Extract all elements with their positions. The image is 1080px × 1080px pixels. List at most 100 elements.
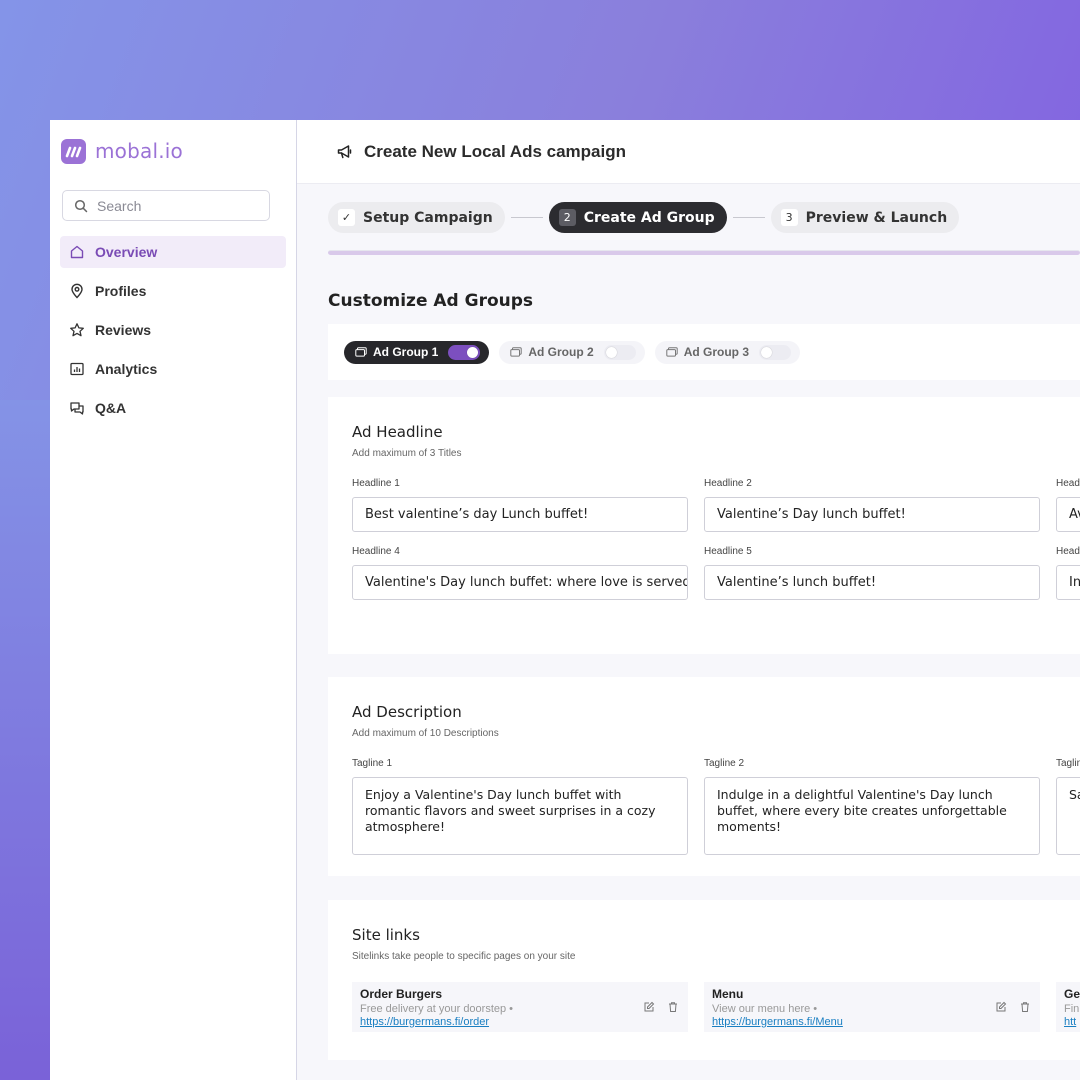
map-pin-icon <box>71 283 83 299</box>
sidebar: mobal.io Overview Profiles Reviews Analy… <box>50 120 297 1080</box>
app-name: mobal.io <box>95 139 183 163</box>
field-label: Headline 4 <box>352 546 400 557</box>
headline-1-input[interactable]: Best valentine’s day Lunch buffet! <box>352 497 688 532</box>
step-label: Setup Campaign <box>363 209 493 226</box>
logo[interactable]: mobal.io <box>60 138 286 164</box>
headline-6-input[interactable]: In <box>1056 565 1080 600</box>
step-number: 2 <box>558 209 576 226</box>
sitelink-description: Fin <box>1064 1003 1080 1015</box>
ad-group-1-toggle[interactable] <box>448 344 481 360</box>
chart-icon <box>70 362 84 376</box>
tab-ad-group-1[interactable]: Ad Group 1 <box>344 340 490 364</box>
sitelink-item[interactable]: Order Burgers Free delivery at your door… <box>352 982 688 1032</box>
tagline-1-textarea[interactable]: Enjoy a Valentine's Day lunch buffet wit… <box>352 777 688 855</box>
step-create-ad-group[interactable]: 2 Create Ad Group <box>548 202 727 233</box>
search-icon <box>74 199 88 212</box>
headline-2-input[interactable]: Valentine’s Day lunch buffet! <box>704 497 1040 532</box>
logo-mark-icon <box>61 138 86 164</box>
tagline-field: Tagline 1 Enjoy a Valentine's Day lunch … <box>352 758 688 855</box>
sidebar-item-label: Q&A <box>95 400 127 416</box>
sidebar-nav: Overview Profiles Reviews Analytics Q&A <box>60 236 286 424</box>
headline-row: Headline 4 Valentine's Day lunch buffet:… <box>352 546 1080 600</box>
sidebar-item-label: Overview <box>95 244 158 260</box>
headline-field: Headline 5 Valentine’s lunch buffet! <box>704 546 1040 600</box>
search-input[interactable] <box>97 197 247 214</box>
field-label: Tagline 2 <box>704 758 745 769</box>
trash-icon[interactable] <box>1019 1001 1031 1013</box>
ad-group-tabs: Ad Group 1 Ad Group 2 Ad Group 3 <box>328 324 1080 380</box>
step-label: Create Ad Group <box>583 209 715 226</box>
ad-headline-card: Ad Headline Add maximum of 3 Titles Head… <box>328 397 1080 654</box>
tab-ad-group-3[interactable]: Ad Group 3 <box>654 340 801 364</box>
sidebar-item-reviews[interactable]: Reviews <box>60 314 286 346</box>
headline-field: Headline 1 Best valentine’s day Lunch bu… <box>352 478 688 532</box>
chat-icon <box>70 402 84 415</box>
card-title: Ad Headline <box>352 423 443 441</box>
tab-label: Ad Group 2 <box>528 345 594 359</box>
folder-icon <box>665 347 678 357</box>
tagline-row: Tagline 1 Enjoy a Valentine's Day lunch … <box>352 758 1080 855</box>
card-subtitle: Sitelinks take people to specific pages … <box>352 951 576 962</box>
field-label: Head <box>1056 478 1080 489</box>
headline-4-input[interactable]: Valentine's Day lunch buffet: where love… <box>352 565 688 600</box>
main-content: Create New Local Ads campaign ✓ Setup Ca… <box>297 120 1080 1080</box>
tagline-field: Tagline 2 Indulge in a delightful Valent… <box>704 758 1040 855</box>
folder-icon <box>510 347 523 357</box>
sitelink-item[interactable]: Ge Fin htt <box>1056 982 1080 1032</box>
sidebar-item-label: Reviews <box>95 322 152 338</box>
sitelinks-row: Order Burgers Free delivery at your door… <box>352 982 1080 1032</box>
home-icon <box>70 245 84 259</box>
sitelink-description: View our menu here • <box>712 1003 818 1015</box>
sitelink-item[interactable]: Menu View our menu here • https://burger… <box>704 982 1040 1032</box>
megaphone-icon <box>337 144 352 158</box>
sitelink-url[interactable]: https://burgermans.fi/Menu <box>712 1016 1032 1028</box>
app-window: mobal.io Overview Profiles Reviews Analy… <box>50 120 1080 1080</box>
field-label: Head <box>1056 546 1080 557</box>
headline-field: Headline 2 Valentine’s Day lunch buffet! <box>704 478 1040 532</box>
card-title: Site links <box>352 926 420 944</box>
sitelink-description: Free delivery at your doorstep • <box>360 1003 514 1015</box>
section-title: Customize Ad Groups <box>328 291 534 311</box>
tagline-field: Taglin Sa Da fla <box>1056 758 1080 855</box>
field-label: Headline 5 <box>704 546 752 557</box>
step-preview-launch[interactable]: 3 Preview & Launch <box>770 202 960 233</box>
ad-group-2-toggle[interactable] <box>603 344 636 360</box>
sidebar-item-label: Analytics <box>95 361 158 377</box>
sidebar-item-qa[interactable]: Q&A <box>60 392 286 424</box>
headline-3-input[interactable]: Av <box>1056 497 1080 532</box>
tab-label: Ad Group 1 <box>373 345 439 359</box>
sidebar-item-overview[interactable]: Overview <box>60 236 286 268</box>
sitelink-actions <box>643 1001 679 1013</box>
field-label: Headline 2 <box>704 478 752 489</box>
sitelink-actions <box>995 1001 1031 1013</box>
ad-group-3-toggle[interactable] <box>759 344 792 360</box>
headline-5-input[interactable]: Valentine’s lunch buffet! <box>704 565 1040 600</box>
card-subtitle: Add maximum of 3 Titles <box>352 448 462 459</box>
tagline-2-textarea[interactable]: Indulge in a delightful Valentine's Day … <box>704 777 1040 855</box>
progress-bar <box>328 250 1080 255</box>
step-label: Preview & Launch <box>805 209 948 226</box>
headline-row: Headline 1 Best valentine’s day Lunch bu… <box>352 478 1080 532</box>
page-title: Create New Local Ads campaign <box>364 141 627 161</box>
tab-ad-group-2[interactable]: Ad Group 2 <box>499 340 645 364</box>
edit-icon[interactable] <box>995 1001 1007 1013</box>
edit-icon[interactable] <box>643 1001 655 1013</box>
step-number: 3 <box>780 209 798 226</box>
search-box[interactable] <box>62 190 270 221</box>
folder-icon <box>355 347 367 357</box>
sitelink-title: Ge <box>1064 987 1080 1001</box>
sidebar-item-analytics[interactable]: Analytics <box>60 353 286 385</box>
sitelink-url[interactable]: htt <box>1064 1016 1080 1028</box>
headline-field: Head In <box>1056 546 1080 600</box>
headline-field: Headline 4 Valentine's Day lunch buffet:… <box>352 546 688 600</box>
trash-icon[interactable] <box>667 1001 679 1013</box>
tagline-3-textarea[interactable]: Sa Da fla <box>1056 777 1080 855</box>
step-setup-campaign[interactable]: ✓ Setup Campaign <box>328 202 505 233</box>
ad-description-card: Ad Description Add maximum of 10 Descrip… <box>328 677 1080 876</box>
sitelink-url[interactable]: https://burgermans.fi/order <box>360 1016 680 1028</box>
site-links-card: Site links Sitelinks take people to spec… <box>328 900 1080 1060</box>
field-label: Headline 1 <box>352 478 400 489</box>
step-connector <box>732 217 765 218</box>
step-connector <box>510 217 543 218</box>
sidebar-item-profiles[interactable]: Profiles <box>60 275 286 307</box>
